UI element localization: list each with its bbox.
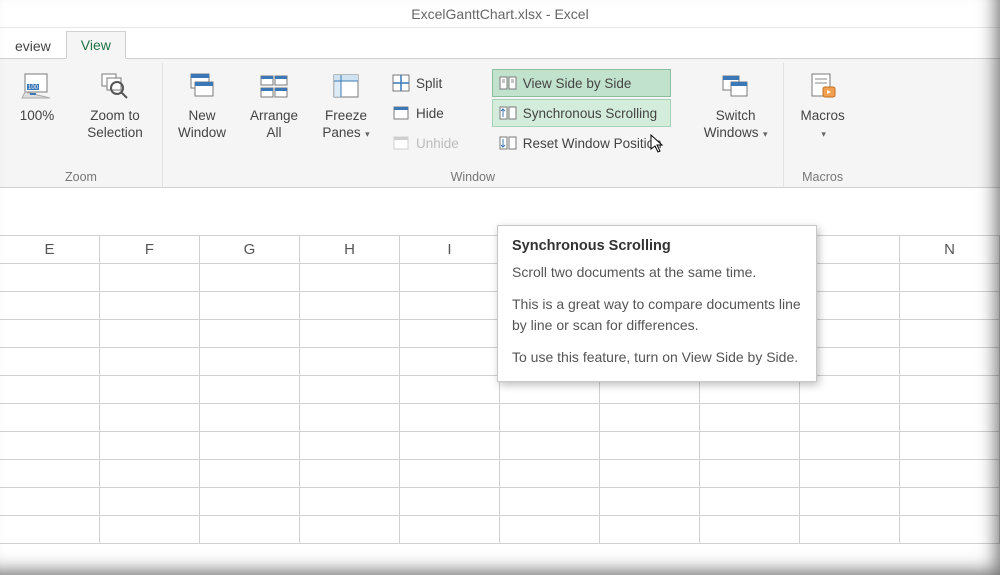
freeze-panes-button[interactable]: Freeze Panes ▾ [313,65,379,143]
tooltip-synchronous-scrolling: Synchronous Scrolling Scroll two documen… [497,225,817,382]
table-row[interactable] [0,404,1000,432]
zoom-to-selection-icon [98,70,132,104]
title-bar: ExcelGanttChart.xlsx - Excel [0,0,1000,28]
hide-icon [392,104,410,122]
switch-windows-button[interactable]: Switch Windows ▾ [695,65,777,143]
ribbon: 100 100% Zoom to Selection Zoom New Wind… [0,58,1000,188]
arrange-all-icon [257,70,291,104]
arrange-all-label: Arrange All [244,108,304,142]
new-window-icon [185,70,219,104]
synchronous-scrolling-button[interactable]: Synchronous Scrolling [492,99,671,127]
zoom-100-label: 100% [20,108,55,125]
table-row[interactable] [0,488,1000,516]
svg-text:100: 100 [28,85,39,91]
zoom-100-button[interactable]: 100 100% [6,65,68,126]
reset-window-position-label: Reset Window Position [523,136,662,151]
zoom-to-selection-button[interactable]: Zoom to Selection [74,65,156,143]
table-row[interactable] [0,460,1000,488]
ribbon-tabs: eview View [0,28,1000,58]
view-side-by-side-icon [499,74,517,92]
tooltip-title: Synchronous Scrolling [512,238,802,254]
group-window: New Window Arrange All Freeze Panes ▾ [163,63,784,187]
hide-button[interactable]: Hide [385,99,468,127]
split-button[interactable]: Split [385,69,468,97]
zoom-100-icon: 100 [20,70,54,104]
unhide-button: Unhide [385,129,468,157]
view-side-by-side-button[interactable]: View Side by Side [492,69,671,97]
group-zoom-label: Zoom [6,167,156,187]
new-window-label: New Window [172,108,232,142]
macros-icon [806,70,840,104]
synchronous-scrolling-label: Synchronous Scrolling [523,106,657,121]
macros-button[interactable]: Macros▾ [790,65,856,143]
zoom-to-selection-label: Zoom to Selection [77,108,153,142]
col-header[interactable]: G [200,236,300,263]
reset-window-position-icon [499,134,517,152]
group-zoom: 100 100% Zoom to Selection Zoom [0,63,163,187]
group-window-label: Window [169,167,777,187]
freeze-panes-icon [329,70,363,104]
col-header[interactable]: E [0,236,100,263]
col-header[interactable]: F [100,236,200,263]
hide-label: Hide [416,106,444,121]
freeze-panes-label: Freeze Panes ▾ [316,108,376,142]
unhide-icon [392,134,410,152]
macros-label: Macros▾ [800,108,844,142]
split-icon [392,74,410,92]
switch-windows-label: Switch Windows ▾ [698,108,774,142]
group-macros: Macros▾ Macros [784,63,862,187]
unhide-label: Unhide [416,136,459,151]
reset-window-position-button[interactable]: Reset Window Position [492,129,671,157]
col-header[interactable]: N [900,236,1000,263]
split-label: Split [416,76,442,91]
tooltip-text: To use this feature, turn on View Side b… [512,347,802,367]
view-side-by-side-label: View Side by Side [523,76,632,91]
tab-view[interactable]: View [66,31,126,59]
window-title: ExcelGanttChart.xlsx - Excel [411,6,588,22]
table-row[interactable] [0,516,1000,544]
arrange-all-button[interactable]: Arrange All [241,65,307,143]
group-macros-label: Macros [790,167,856,187]
tab-review[interactable]: eview [0,32,66,59]
switch-windows-icon [719,70,753,104]
table-row[interactable] [0,432,1000,460]
tooltip-text: This is a great way to compare documents… [512,294,802,335]
col-header[interactable]: H [300,236,400,263]
tooltip-text: Scroll two documents at the same time. [512,262,802,282]
synchronous-scrolling-icon [499,104,517,122]
new-window-button[interactable]: New Window [169,65,235,143]
col-header[interactable]: I [400,236,500,263]
